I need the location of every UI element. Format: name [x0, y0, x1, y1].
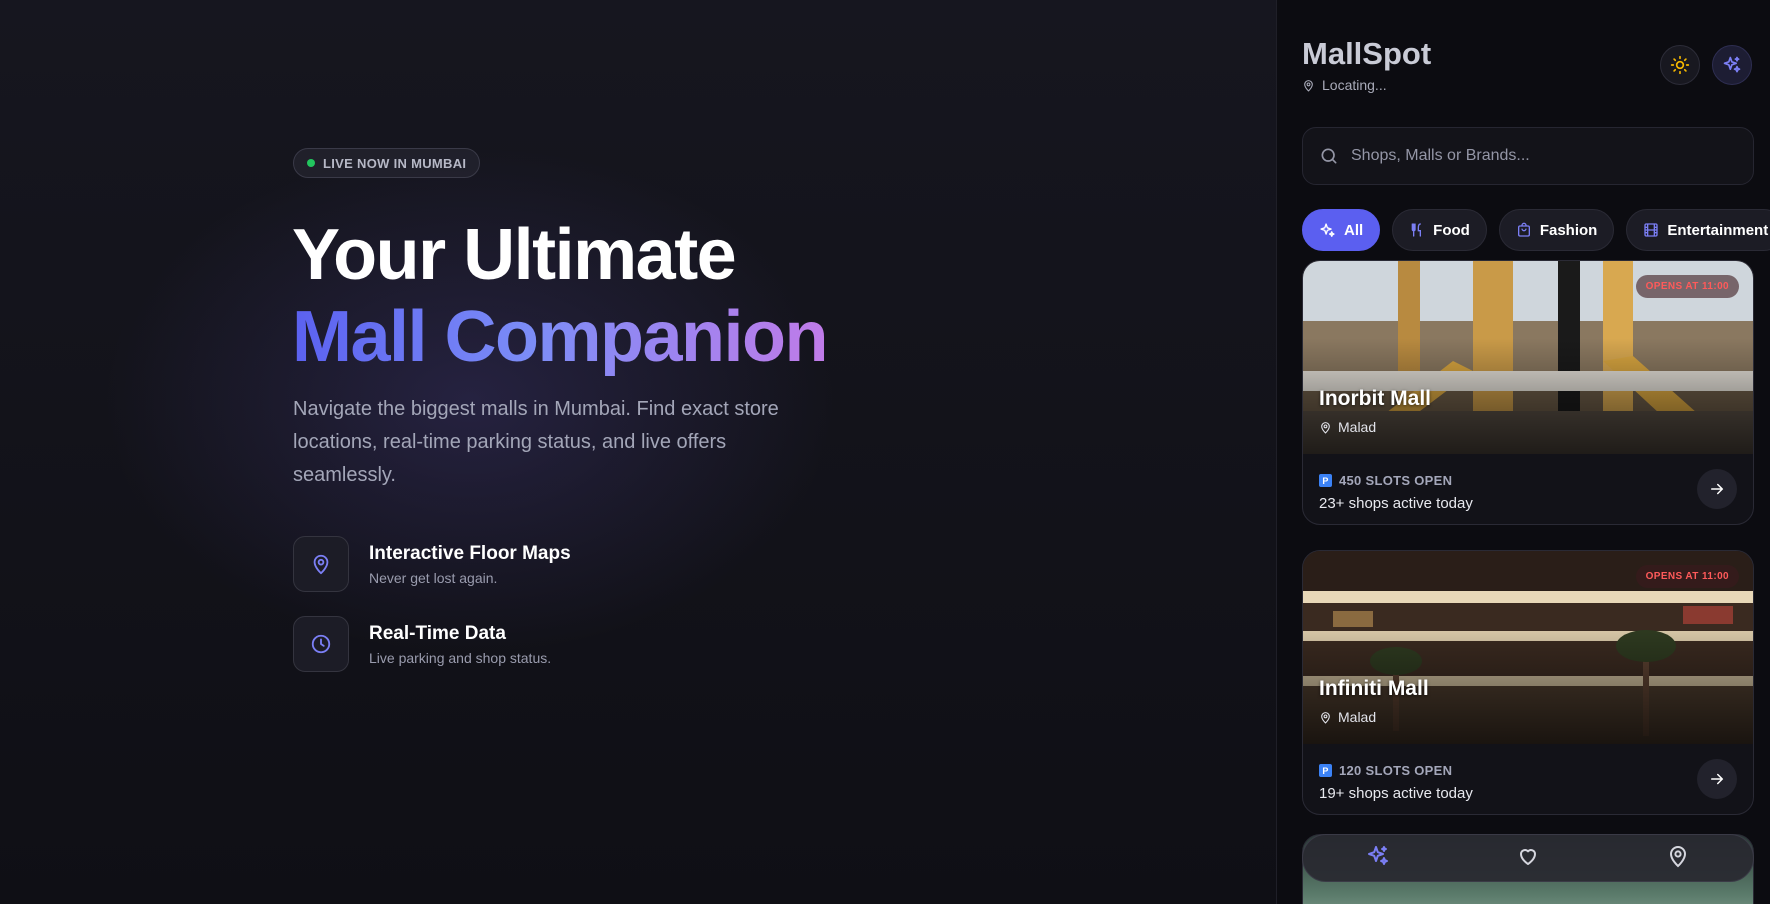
clock-icon: [293, 616, 349, 672]
opening-status-badge: OPENS AT 11:00: [1635, 565, 1739, 588]
chip-food[interactable]: Food: [1392, 209, 1487, 251]
mall-location: Malad: [1319, 419, 1376, 435]
location-indicator[interactable]: Locating...: [1302, 77, 1387, 93]
shopping-bag-icon: [1517, 222, 1530, 237]
feature-floor-maps: Interactive Floor Maps Never get lost ag…: [293, 536, 571, 592]
category-chips: All Food Fashion Entertainment: [1302, 209, 1770, 251]
headline-line-2: Mall Companion: [292, 297, 829, 377]
mall-card[interactable]: OPENS AT 11:00 Infiniti Mall Malad P 120…: [1302, 550, 1754, 815]
headline-line-1: Your Ultimate: [292, 215, 737, 295]
bottom-nav: [1302, 834, 1754, 882]
shops-active: 19+ shops active today: [1319, 785, 1473, 802]
parking-icon: P: [1319, 474, 1332, 487]
chip-all[interactable]: All: [1302, 209, 1381, 251]
hero-subtext: Navigate the biggest malls in Mumbai. Fi…: [293, 398, 779, 486]
feature-title: Real-Time Data: [369, 622, 506, 644]
arrow-right-icon: [1711, 773, 1724, 785]
arrow-right-icon: [1711, 483, 1724, 495]
hero-headline: Your Ultimate Mall Companion: [292, 214, 829, 378]
map-pin-icon: [1669, 845, 1687, 867]
map-pin-icon: [1321, 711, 1330, 724]
hero-section: LIVE NOW IN MUMBAI Your Ultimate Mall Co…: [0, 0, 1276, 904]
mall-card[interactable]: OPENS AT 11:00 Inorbit Mall Malad P 450 …: [1302, 260, 1754, 525]
nav-explore[interactable]: [1366, 844, 1390, 873]
nav-map[interactable]: [1666, 844, 1690, 873]
live-badge: LIVE NOW IN MUMBAI: [293, 148, 481, 178]
film-icon: [1644, 223, 1659, 237]
feature-description: Never get lost again.: [369, 569, 498, 586]
app-title: MallSpot: [1302, 36, 1432, 71]
map-pin-icon: [293, 536, 349, 592]
theme-toggle-button[interactable]: [1660, 45, 1700, 85]
ai-assistant-button[interactable]: [1712, 45, 1752, 85]
sparkles-icon: [1320, 222, 1335, 237]
parking-slots: P 450 SLOTS OPEN: [1319, 473, 1452, 488]
open-mall-button[interactable]: [1697, 469, 1737, 509]
chip-entertainment[interactable]: Entertainment: [1626, 209, 1770, 251]
open-mall-button[interactable]: [1697, 759, 1737, 799]
nav-favorites[interactable]: [1516, 844, 1540, 873]
mall-name: Inorbit Mall: [1319, 387, 1431, 410]
search-icon: [1321, 148, 1337, 164]
sun-icon: [1670, 55, 1690, 75]
opening-status-badge: OPENS AT 11:00: [1635, 275, 1739, 298]
chip-label: Entertainment: [1667, 221, 1769, 239]
mall-name: Infiniti Mall: [1319, 677, 1429, 700]
mall-image: OPENS AT 11:00 Inorbit Mall Malad: [1303, 261, 1753, 454]
heart-icon: [1520, 848, 1536, 865]
map-pin-icon: [1321, 421, 1330, 434]
mall-image: OPENS AT 11:00 Infiniti Mall Malad: [1303, 551, 1753, 744]
parking-slots-text: 120 SLOTS OPEN: [1339, 763, 1453, 778]
map-pin-icon: [1304, 79, 1313, 91]
sparkles-icon: [1723, 56, 1741, 73]
chip-fashion[interactable]: Fashion: [1498, 209, 1615, 251]
feature-title: Interactive Floor Maps: [369, 542, 571, 564]
mall-location-text: Malad: [1338, 419, 1377, 435]
search-input[interactable]: [1351, 147, 1731, 165]
shops-active: 23+ shops active today: [1319, 495, 1473, 512]
app-panel: MallSpot Locating... All: [1276, 0, 1770, 904]
live-status-dot: [307, 159, 315, 167]
utensils-icon: [1411, 223, 1422, 237]
mall-location-text: Malad: [1338, 709, 1377, 725]
parking-slots: P 120 SLOTS OPEN: [1319, 763, 1452, 778]
mall-location: Malad: [1319, 709, 1376, 725]
chip-label: All: [1344, 221, 1364, 239]
feature-description: Live parking and shop status.: [369, 649, 552, 666]
live-badge-label: LIVE NOW IN MUMBAI: [323, 155, 467, 171]
parking-icon: P: [1319, 764, 1332, 777]
location-text: Locating...: [1322, 77, 1387, 93]
chip-label: Fashion: [1539, 221, 1598, 239]
feature-real-time-data: Real-Time Data Live parking and shop sta…: [293, 616, 551, 672]
parking-slots-text: 450 SLOTS OPEN: [1339, 473, 1453, 488]
search-bar[interactable]: [1302, 127, 1754, 185]
chip-label: Food: [1433, 221, 1470, 239]
sparkles-icon: [1368, 845, 1388, 865]
